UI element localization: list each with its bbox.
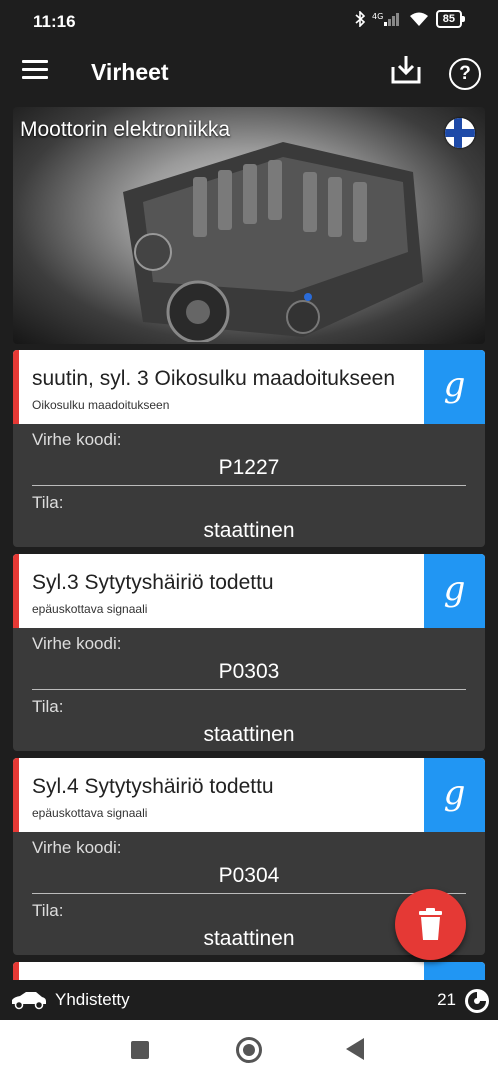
code-label: Virhe koodi: — [32, 430, 122, 449]
trash-icon — [419, 908, 442, 940]
engine-image — [123, 142, 423, 342]
error-title: Syl.3 Sytytyshäiriö todettu — [32, 571, 274, 594]
battery-icon: 85 — [435, 10, 466, 28]
status-bar: 11:16 4G 85 — [0, 0, 498, 44]
severity-bar — [13, 758, 19, 832]
page-title: Virheet — [91, 59, 169, 85]
error-card[interactable]: Syl.3 Sytytyshäiriö todettu epäuskottava… — [13, 554, 485, 751]
error-card[interactable]: suutin, syl. 3 Oikosulku maadoitukseen O… — [13, 350, 485, 547]
status-time: 11:16 — [33, 12, 76, 31]
back-button[interactable] — [346, 1038, 364, 1060]
error-subtitle: epäuskottava signaali — [32, 806, 148, 820]
state-label: Tila: — [32, 697, 64, 716]
hero-title: Moottorin elektroniikka — [20, 118, 231, 141]
error-code: P1227 — [218, 456, 280, 479]
menu-icon[interactable] — [22, 60, 48, 82]
google-search-button-partial[interactable] — [424, 962, 485, 980]
sync-icon[interactable] — [464, 988, 490, 1014]
app-bar: Virheet ? — [0, 44, 498, 104]
google-search-icon[interactable]: g — [424, 350, 485, 424]
engine-banner: Moottorin elektroniikka — [13, 107, 485, 344]
download-icon[interactable] — [390, 54, 422, 88]
system-nav-bar — [0, 1020, 498, 1080]
error-card-partial[interactable] — [13, 962, 485, 980]
wifi-icon — [409, 12, 428, 26]
severity-bar — [13, 962, 19, 980]
error-subtitle: Oikosulku maadoitukseen — [32, 398, 170, 412]
finland-flag-icon[interactable] — [445, 118, 475, 148]
svg-text:4G: 4G — [372, 12, 383, 21]
error-state: staattinen — [203, 723, 295, 746]
divider — [32, 689, 466, 690]
google-search-icon[interactable]: g — [424, 758, 485, 832]
state-label: Tila: — [32, 901, 64, 920]
error-title: Syl.4 Sytytyshäiriö todettu — [32, 775, 274, 798]
error-subtitle: epäuskottava signaali — [32, 602, 148, 616]
error-title: suutin, syl. 3 Oikosulku maadoitukseen — [32, 367, 396, 390]
delete-errors-button[interactable] — [395, 889, 466, 960]
severity-bar — [13, 350, 19, 424]
code-label: Virhe koodi: — [32, 634, 122, 653]
connection-status: Yhdistetty — [55, 990, 130, 1009]
error-count: 21 — [437, 990, 456, 1009]
error-code: P0303 — [218, 660, 280, 683]
connection-bar: Yhdistetty 21 — [0, 980, 498, 1020]
home-button[interactable] — [236, 1037, 262, 1063]
state-label: Tila: — [32, 493, 64, 512]
error-code: P0304 — [218, 864, 280, 887]
divider — [32, 485, 466, 486]
error-card-header: Syl.3 Sytytyshäiriö todettu epäuskottava… — [13, 554, 485, 628]
system-icons: 4G 85 — [355, 10, 466, 28]
car-icon — [12, 992, 46, 1010]
error-state: staattinen — [203, 519, 295, 542]
error-card-header: Syl.4 Sytytyshäiriö todettu epäuskottava… — [13, 758, 485, 832]
error-card-header: suutin, syl. 3 Oikosulku maadoitukseen O… — [13, 350, 485, 424]
help-icon[interactable]: ? — [449, 58, 481, 90]
severity-bar — [13, 554, 19, 628]
code-label: Virhe koodi: — [32, 838, 122, 857]
recents-button[interactable] — [131, 1041, 149, 1059]
signal-icon: 4G — [372, 12, 399, 26]
google-search-icon[interactable]: g — [424, 554, 485, 628]
bluetooth-icon — [355, 11, 365, 27]
